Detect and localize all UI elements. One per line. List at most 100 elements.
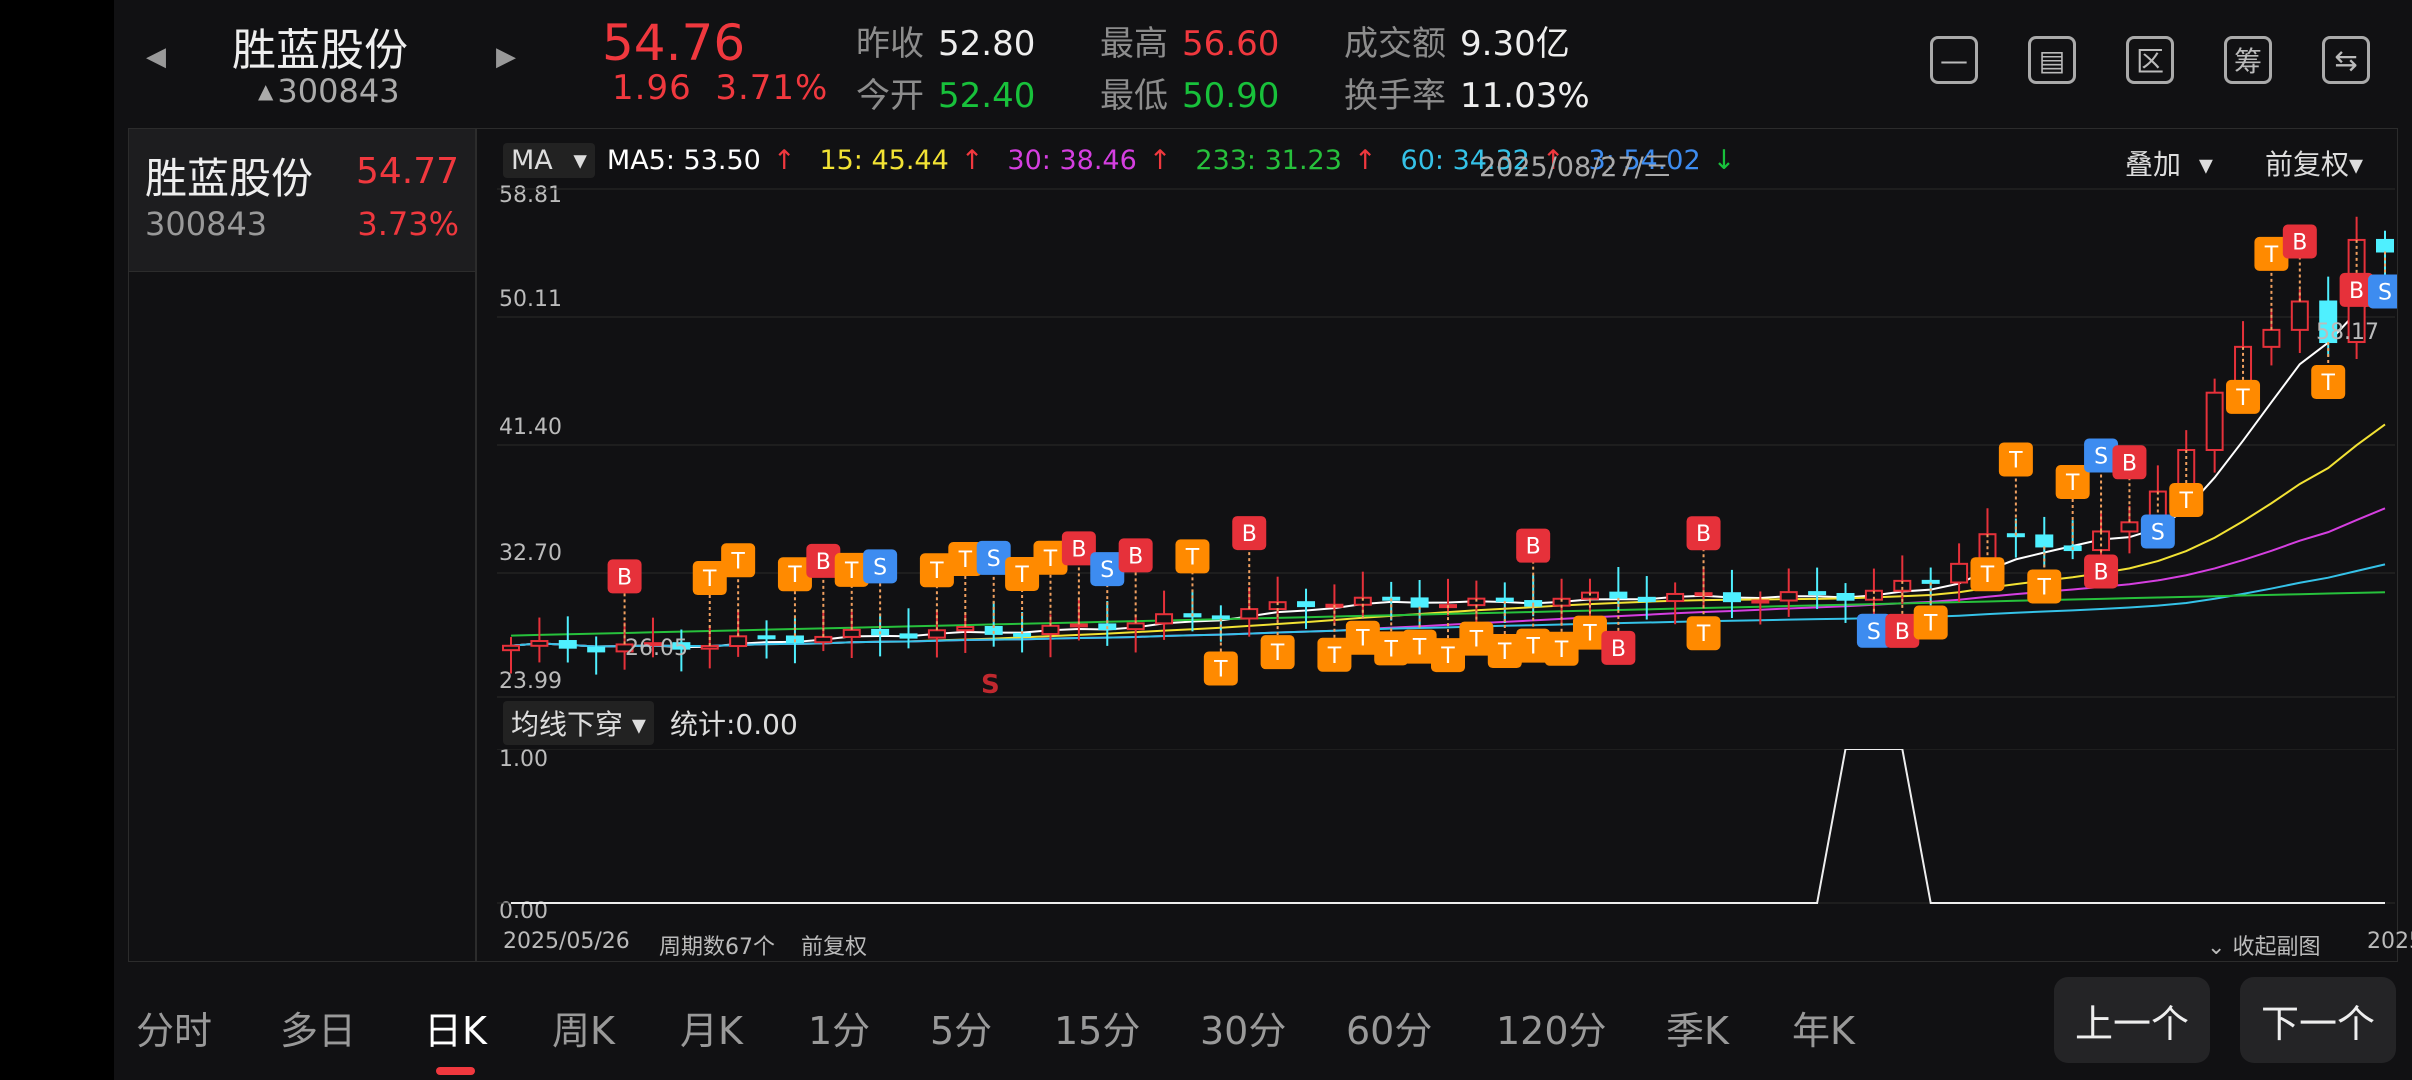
ma15-text: 15: 45.44 (819, 144, 949, 176)
single-window-icon[interactable]: — (1930, 36, 1978, 84)
ma233-value: 233: 31.23 ↑ (1195, 144, 1377, 176)
s-mark: S (981, 670, 1000, 700)
tab-quarterly-k[interactable]: 季K (1666, 1000, 1729, 1055)
candle (530, 617, 549, 663)
svg-text:T: T (2264, 243, 2279, 268)
change-pct: 3.71% (715, 68, 829, 108)
prev-stock-arrow-icon[interactable]: ◀ (146, 42, 166, 72)
ma5-value: MA5: 53.50 ↑ (606, 144, 796, 176)
low-value: 50.90 (1182, 76, 1280, 116)
period-count: 周期数67个 (659, 935, 775, 960)
signal-badge: T (1998, 442, 2033, 536)
next-stock-arrow-icon[interactable]: ▶ (496, 42, 516, 72)
ma30-text: 30: 38.46 (1007, 144, 1137, 176)
stock-code-text: 300843 (277, 72, 400, 110)
watchlist-pct: 3.73% (357, 205, 459, 243)
overlay-dropdown[interactable]: 叠加 ▾ (2125, 143, 2213, 183)
turnover-value: 9.30亿 (1460, 24, 1570, 64)
ma5-text: MA5: 53.50 (606, 144, 761, 176)
tab-60min[interactable]: 60分 (1346, 1000, 1432, 1055)
svg-text:T: T (1582, 622, 1597, 647)
watchlist-code: 300843 (145, 205, 268, 243)
candlestick-plot[interactable]: B TTTB T S T T STT BSB TBTT TT T T TT T T TTBBTBS B TTTTT… (477, 185, 2397, 745)
prev-close-value: 52.80 (938, 24, 1036, 64)
open: 今开 52.40 (856, 68, 1035, 117)
ma-selector[interactable]: MA ▾ (503, 142, 595, 178)
turnover-rate-label: 换手率 (1344, 76, 1446, 116)
candle (1353, 571, 1372, 616)
candle (842, 611, 861, 658)
tab-1min[interactable]: 1分 (808, 1000, 870, 1055)
svg-text:T: T (730, 549, 745, 574)
tab-15min[interactable]: 15分 (1054, 1000, 1140, 1055)
change-value: 1.96 (612, 68, 692, 108)
low-price-label: 26.05 (625, 636, 688, 661)
tab-120min[interactable]: 120分 (1496, 1000, 1607, 1055)
kline-chart-panel[interactable]: MA ▾ MA5: 53.50 ↑ 15: 45.44 ↑ 30: 38.46 ↑ 2… (476, 128, 2412, 962)
candle (1637, 576, 1656, 620)
svg-text:T: T (2065, 471, 2080, 496)
collapse-sub-chart[interactable]: ⌄ 收起副图 (2207, 929, 2320, 961)
signal-badge: B (1232, 516, 1267, 610)
chevron-down-icon: ⌄ (2207, 935, 2226, 960)
svg-text:T: T (1497, 640, 1512, 665)
picture-icon[interactable]: ▤ (2028, 36, 2076, 84)
candle (2205, 378, 2224, 473)
tab-weekly-k[interactable]: 周K (552, 1000, 615, 1055)
chips-icon[interactable]: 筹 (2224, 36, 2272, 84)
svg-text:T: T (1327, 644, 1342, 669)
tab-daily-k[interactable]: 日K (424, 1000, 487, 1075)
svg-text:T: T (1043, 547, 1058, 572)
tab-multi-day[interactable]: 多日 (280, 1000, 356, 1055)
signal-badge: T (2055, 465, 2090, 551)
sub-indicator-label: 均线下穿 (511, 708, 624, 741)
end-date: 2025/08/27 (2367, 929, 2412, 954)
interval-icon[interactable]: 区 (2126, 36, 2174, 84)
signal-badge: T (1686, 593, 1721, 651)
svg-text:S: S (873, 555, 887, 580)
period-tabs: 分时 多日 日K 周K 月K 1分 5分 15分 30分 60分 120分 季K… (114, 977, 2412, 1080)
sub-indicator-bar: 均线下穿 ▾ 统计:0.00 (503, 701, 798, 745)
svg-text:T: T (2235, 386, 2250, 411)
tab-30min[interactable]: 30分 (1200, 1000, 1286, 1055)
device-switch-icon[interactable]: ⇆ (2322, 36, 2370, 84)
next-stock-button[interactable]: 下一个 (2240, 977, 2396, 1063)
svg-text:T: T (1440, 644, 1455, 669)
tab-intraday[interactable]: 分时 (136, 1000, 212, 1055)
svg-text:T: T (1696, 622, 1711, 647)
adjust-dropdown[interactable]: 前复权▾ (2265, 143, 2363, 183)
svg-text:T: T (1412, 636, 1427, 661)
candle (1155, 590, 1174, 640)
svg-text:B: B (1696, 522, 1711, 547)
candle (1836, 583, 1855, 623)
svg-text:B: B (816, 550, 831, 575)
watchlist-name: 胜蓝股份 (145, 154, 314, 203)
watchlist-item[interactable]: 胜蓝股份 54.77 300843 3.73% (129, 129, 475, 272)
low: 最低 50.90 (1100, 68, 1279, 117)
tab-5min[interactable]: 5分 (930, 1000, 992, 1055)
signal-badge: B (2084, 531, 2119, 589)
price-change: 1.96 3.71% (612, 68, 828, 108)
app-window: ◀ 胜蓝股份 ▲ 300843 ▶ 54.76 1.96 3.71% 昨收 52.8… (114, 0, 2412, 1080)
watchlist-price: 54.77 (355, 151, 459, 192)
svg-text:B: B (1242, 522, 1257, 547)
header: ◀ 胜蓝股份 ▲ 300843 ▶ 54.76 1.96 3.71% 昨收 52.8… (114, 0, 2412, 128)
candle (587, 636, 606, 675)
svg-text:B: B (1128, 544, 1143, 569)
sub-indicator-selector[interactable]: 均线下穿 ▾ (503, 701, 654, 745)
ma233-text: 233: 31.23 (1195, 144, 1342, 176)
svg-text:S: S (2094, 444, 2108, 469)
tab-yearly-k[interactable]: 年K (1792, 1000, 1855, 1055)
svg-text:S: S (1100, 558, 1114, 583)
candle (2120, 505, 2139, 554)
svg-text:B: B (1526, 535, 1541, 560)
svg-text:T: T (1980, 563, 1995, 588)
svg-text:T: T (929, 559, 944, 584)
up-triangle-icon: ▲ (258, 79, 274, 103)
svg-text:S: S (2151, 521, 2165, 546)
adjust-note: 前复权 (801, 935, 868, 960)
trade-signals: B TTTB T S T T STT BSB TBTT TT T T TT T T TTBBTBS B TTTTT… (607, 224, 2397, 686)
tab-monthly-k[interactable]: 月K (680, 1000, 743, 1055)
prev-stock-button[interactable]: 上一个 (2054, 977, 2210, 1063)
stock-code: ▲ 300843 (258, 72, 400, 110)
